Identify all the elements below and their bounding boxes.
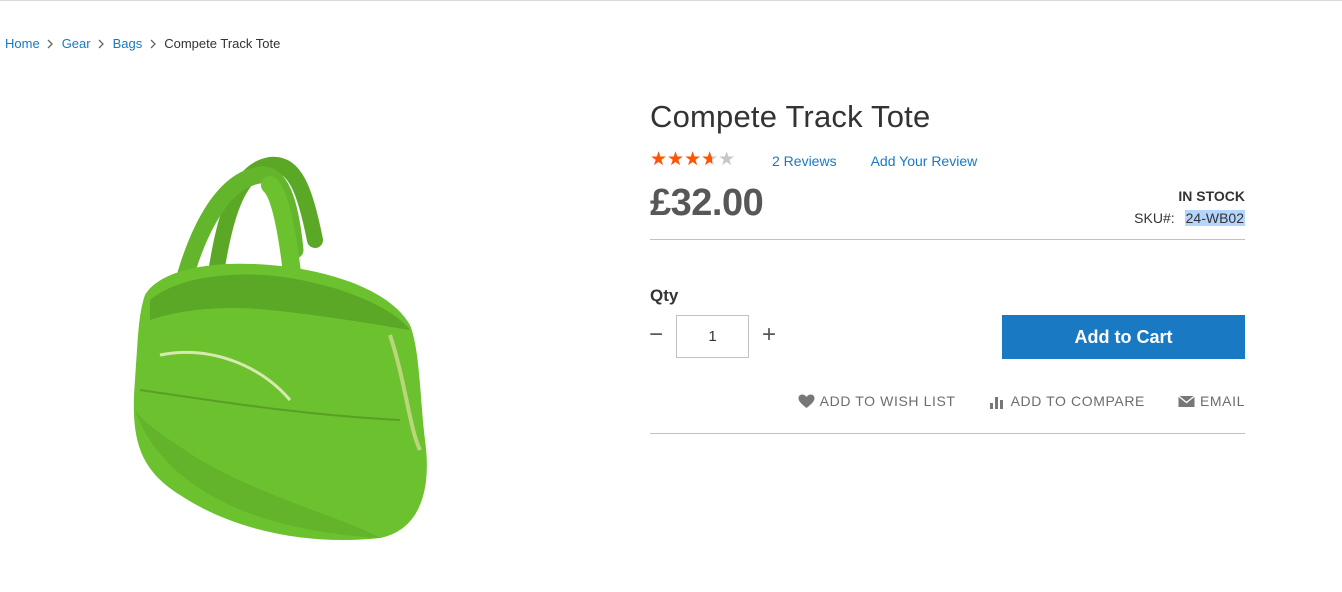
- divider: [650, 239, 1245, 240]
- heart-icon: [798, 394, 815, 408]
- add-to-compare-link[interactable]: Add to Compare: [989, 393, 1145, 409]
- header-divider: [0, 0, 1342, 1]
- star-rating: ★★★★★ ★★★★★: [650, 150, 739, 170]
- sku-label: SKU#:: [1134, 210, 1175, 226]
- qty-decrement-button[interactable]: −: [648, 322, 664, 348]
- breadcrumb-gear[interactable]: Gear: [62, 36, 91, 51]
- chevron-right-icon: [91, 39, 113, 49]
- breadcrumb-home[interactable]: Home: [5, 36, 40, 51]
- reviews-count-link[interactable]: 2 Reviews: [772, 153, 837, 169]
- product-sku: SKU#: 24-WB02: [1134, 210, 1245, 226]
- star-rating-filled-icon: ★★★★★: [650, 150, 713, 170]
- add-to-wishlist-link[interactable]: Add to Wish List: [798, 393, 956, 409]
- stock-status: In stock: [1178, 188, 1245, 204]
- email-label: Email: [1199, 393, 1245, 409]
- breadcrumb-current: Compete Track Tote: [164, 36, 281, 51]
- rating-summary: ★★★★★ ★★★★★ 2 Reviews Add Your Review: [650, 150, 978, 171]
- breadcrumb-bags[interactable]: Bags: [113, 36, 143, 51]
- add-to-wishlist-label: Add to Wish List: [819, 393, 956, 409]
- breadcrumb: Home Gear Bags Compete Track Tote: [5, 36, 280, 51]
- product-price: £32.00: [650, 182, 764, 224]
- email-link[interactable]: Email: [1178, 393, 1245, 409]
- add-to-cart-button[interactable]: Add to Cart: [1002, 315, 1245, 359]
- add-review-link[interactable]: Add Your Review: [871, 153, 978, 169]
- green-tote-bag-icon: [133, 156, 427, 541]
- qty-input[interactable]: [676, 315, 749, 358]
- qty-increment-button[interactable]: +: [761, 322, 777, 348]
- envelope-icon: [1178, 394, 1195, 407]
- product-social-actions: Add to Wish List Add to Compare Email: [798, 393, 1245, 409]
- product-image[interactable]: [120, 150, 450, 550]
- compare-bars-icon: [989, 396, 1003, 409]
- qty-label: Qty: [650, 286, 679, 305]
- divider: [650, 433, 1245, 434]
- chevron-right-icon: [40, 39, 62, 49]
- sku-value: 24-WB02: [1184, 210, 1245, 226]
- product-title: Compete Track Tote: [650, 99, 931, 134]
- chevron-right-icon: [142, 39, 164, 49]
- add-to-compare-label: Add to Compare: [1010, 393, 1145, 409]
